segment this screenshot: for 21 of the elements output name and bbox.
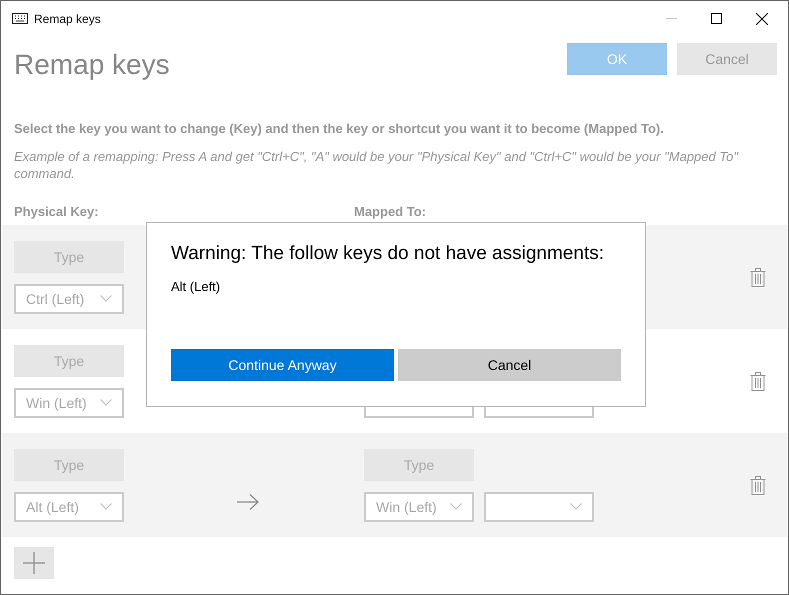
arrow-icon <box>237 494 259 510</box>
continue-anyway-button[interactable]: Continue Anyway <box>171 349 394 381</box>
example-text: Example of a remapping: Press A and get "Ctrl+C", "A" would be your "Physical Key" and "Ctrl+C" would be your "Mapped To" command. <box>14 148 740 182</box>
close-icon[interactable] <box>756 12 768 24</box>
add-button[interactable] <box>14 547 54 579</box>
chevron-down-icon <box>450 503 462 510</box>
column-header: Physical Key: <box>14 204 100 219</box>
window-title: Remap keys <box>34 12 101 26</box>
maximize-icon[interactable] <box>711 13 722 24</box>
chevron-down-icon <box>100 399 112 406</box>
chevron-down-icon <box>100 295 112 302</box>
chevron-down-icon <box>570 503 582 510</box>
column-header: Mapped To: <box>354 204 426 219</box>
unassigned-key-text: Alt (Left) <box>171 279 222 294</box>
dialog-title: Warning: The follow keys do not have assignments: <box>171 243 606 265</box>
keyboard-icon <box>12 13 28 24</box>
plus-icon <box>23 552 45 574</box>
page-title: Remap keys <box>14 49 170 81</box>
instructions-text: Select the key you want to change (Key) and then the key or shortcut you want it to become (Mapped To). <box>14 121 665 136</box>
chevron-down-icon <box>100 503 112 510</box>
cancel-button[interactable]: Cancel <box>398 349 621 381</box>
